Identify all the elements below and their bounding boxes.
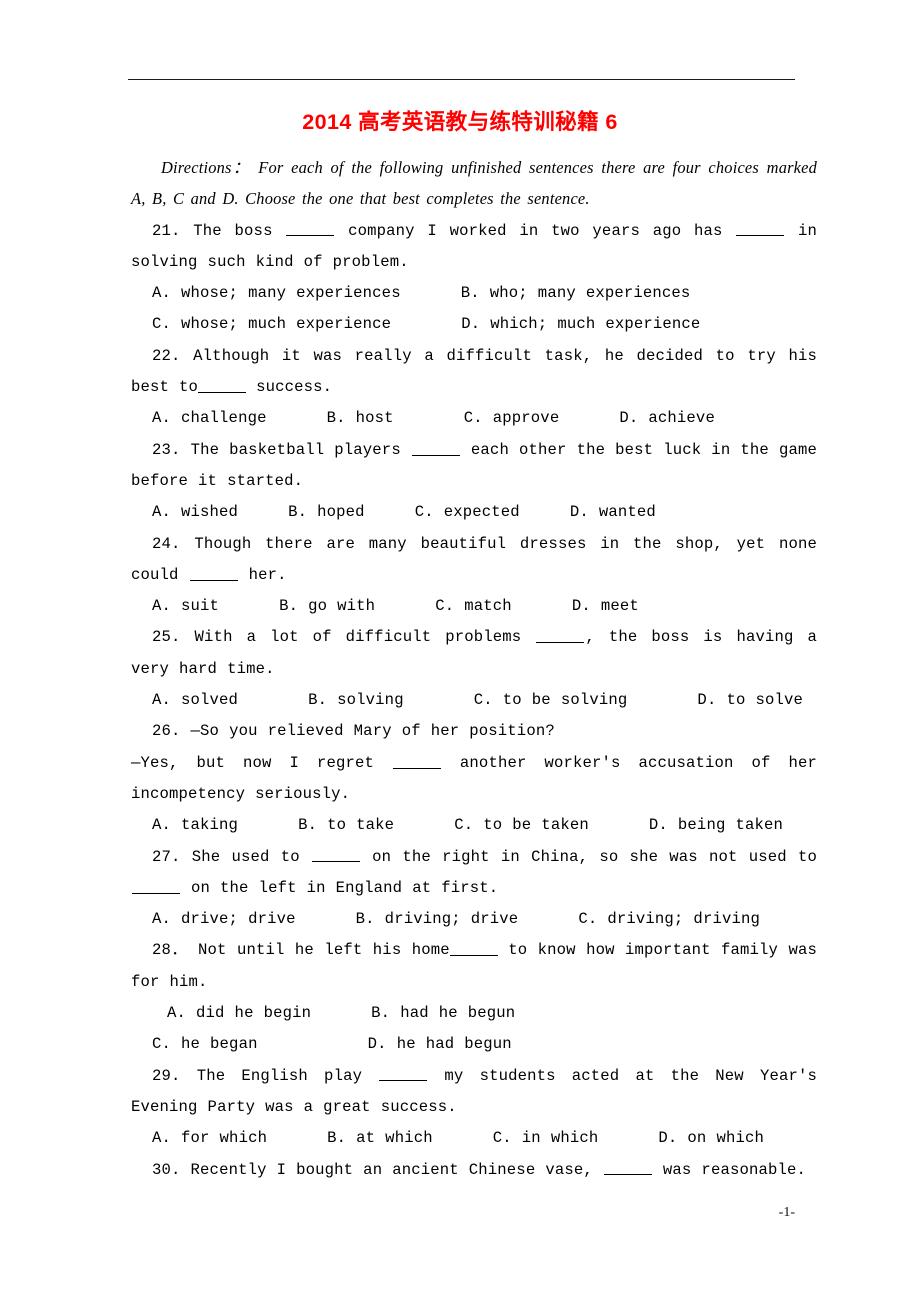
question-21-options-row-2: C. whose; much experience D. which; much… [152, 315, 701, 334]
question-21-text-a: The boss [193, 221, 273, 240]
question-30-text-a: Recently I bought an ancient Chinese vas… [190, 1160, 593, 1179]
question-24-options-row-1: A. suit B. go with C. match D. meet [152, 597, 639, 616]
question-30-number: 30. [152, 1160, 181, 1179]
question-27-number: 27. [152, 847, 181, 866]
question-21-text-b: company I worked in two years ago has [348, 221, 723, 240]
blank-field [379, 1066, 428, 1082]
blank-field [603, 1160, 652, 1176]
document-page: 2014 高考英语教与练特训秘籍 6 Directions： For each … [0, 0, 920, 1302]
question-30-text-c: was reasonable. [662, 1160, 807, 1179]
question-25-stem: 25. With a lot of difficult problems , t… [131, 622, 817, 685]
question-22-stem: 22. Although it was really a difficult t… [131, 341, 817, 404]
question-26-reply: —Yes, but now I regret another worker's … [131, 748, 817, 811]
blank-field [189, 565, 238, 581]
question-24-number: 24. [152, 534, 181, 553]
question-21-options-row-1: A. whose; many experiences B. who; many … [152, 284, 691, 303]
question-23-number: 23. [152, 440, 181, 459]
directions-label: Directions [161, 158, 232, 177]
question-25-options-row-1: A. solved B. solving C. to be solving D.… [152, 691, 804, 710]
directions-colon: ： [231, 158, 251, 177]
question-29-options-row-1: A. for which B. at which C. in which D. … [152, 1129, 764, 1148]
question-28-options-row-2: C. he began D. he had begun [152, 1035, 512, 1054]
question-26-text-a: —So you relieved Mary of her position? [190, 722, 555, 741]
question-29-text-a: The English play [196, 1066, 363, 1085]
question-25-number: 25. [152, 628, 181, 647]
blank-field [198, 378, 247, 393]
question-23-text-a: The basketball players [190, 440, 401, 459]
question-22-options-row-1: A. challenge B. host C. approve D. achie… [152, 409, 715, 428]
question-21-number: 21. [152, 221, 181, 240]
question-21-stem: 21. The boss company I worked in two yea… [131, 216, 817, 279]
question-25-text-a: With a lot of difficult problems [194, 628, 522, 647]
question-22-text-c: success. [256, 378, 333, 397]
question-27-stem: 27. She used to on the right in China, s… [131, 842, 817, 905]
question-26-number: 26. [152, 722, 181, 741]
blank-field [286, 221, 335, 237]
question-26-options-row-1: A. taking B. to take C. to be taken D. b… [152, 816, 784, 835]
blank-field [536, 628, 585, 644]
question-23-stem: 23. The basketball players each other th… [131, 435, 817, 498]
page-number: -1- [778, 1205, 795, 1220]
blank-field [411, 440, 460, 456]
blank-field [311, 847, 360, 863]
blank-field [736, 221, 785, 237]
header-rule [128, 79, 795, 80]
question-24-text-c: her. [248, 565, 287, 584]
question-28-number: 28． [152, 941, 188, 960]
question-26-reply-a: —Yes, but now I regret [131, 753, 374, 772]
question-29-stem: 29. The English play my students acted a… [131, 1061, 817, 1124]
directions-paragraph: Directions： For each of the following un… [131, 152, 817, 215]
question-27-text-b: on the right in China, so she was not us… [372, 847, 818, 866]
question-27-text-a: She used to [191, 847, 300, 866]
question-28-text-a: Not until he left his home [198, 941, 450, 960]
blank-field [449, 941, 498, 957]
blank-field [132, 878, 180, 894]
blank-field [392, 753, 441, 769]
question-26-stem: 26. —So you relieved Mary of her positio… [131, 716, 817, 747]
question-27-options-row-1: A. drive; drive B. driving; drive C. dri… [152, 910, 760, 929]
question-30-stem: 30. Recently I bought an ancient Chinese… [131, 1155, 817, 1186]
question-29-number: 29. [152, 1066, 181, 1085]
page-title: 2014 高考英语教与练特训秘籍 6 [302, 110, 618, 134]
document-body: Directions： For each of the following un… [131, 152, 817, 1186]
question-22-number: 22. [152, 346, 181, 365]
question-28-options-row-1: A. did he begin B. had he begun [157, 1004, 516, 1023]
question-27-text-c: on the left in England at first. [191, 878, 499, 897]
question-28-stem: 28． Not until he left his home to know h… [131, 935, 817, 998]
question-23-options-row-1: A. wished B. hoped C. expected D. wanted [152, 503, 656, 522]
question-24-stem: 24. Though there are many beautiful dres… [131, 529, 817, 592]
